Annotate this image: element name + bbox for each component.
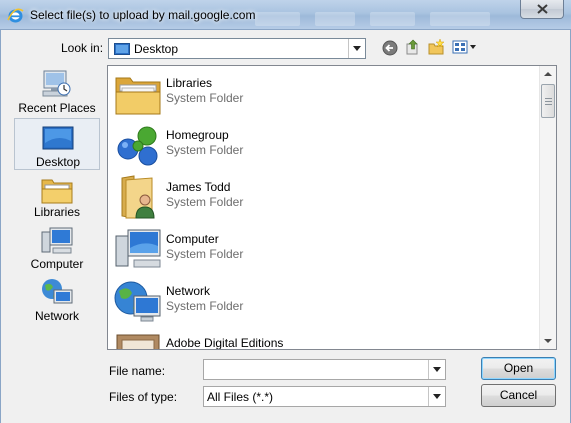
files-of-type-dropdown-arrow[interactable]: [428, 387, 445, 406]
create-new-folder-button[interactable]: [428, 38, 446, 58]
list-item[interactable]: Libraries System Folder: [108, 66, 538, 118]
view-menu-button[interactable]: [452, 38, 478, 58]
up-folder-icon: [406, 39, 418, 55]
close-icon: [537, 4, 548, 14]
desktop-icon: [114, 43, 130, 55]
desktop-icon: [42, 126, 74, 150]
thumb-grip: [545, 104, 552, 105]
vertical-scrollbar[interactable]: [539, 66, 556, 349]
list-item[interactable]: James Todd System Folder: [108, 170, 538, 222]
chevron-down-icon: [353, 46, 361, 51]
look-in-dropdown-arrow[interactable]: [348, 39, 365, 58]
file-name: Libraries: [166, 76, 213, 90]
list-item[interactable]: Network System Folder: [108, 274, 538, 326]
open-button[interactable]: Open: [481, 357, 556, 380]
background-window-ghost: [430, 12, 490, 26]
network-icon: [42, 279, 73, 304]
place-network[interactable]: Network: [14, 275, 100, 327]
look-in-value: Desktop: [134, 42, 179, 56]
file-type: System Folder: [166, 195, 244, 209]
libraries-folder-icon: [115, 77, 161, 115]
network-icon: [114, 281, 161, 322]
user-folder-icon: [121, 175, 155, 219]
file-type: System Folder: [166, 91, 244, 105]
file-name: Computer: [166, 232, 219, 246]
place-computer[interactable]: Computer: [14, 223, 100, 275]
file-type: System Folder: [166, 299, 244, 313]
file-name: James Todd: [166, 180, 231, 194]
window-title: Select file(s) to upload by mail.google.…: [30, 8, 256, 22]
file-type: System Folder: [166, 143, 244, 157]
list-item[interactable]: Adobe Digital Editions: [108, 326, 538, 350]
back-button[interactable]: [381, 38, 399, 58]
place-desktop[interactable]: Desktop: [14, 118, 100, 170]
list-item[interactable]: Homegroup System Folder: [108, 118, 538, 170]
background-window-ghost: [255, 12, 300, 26]
chevron-down-icon: [433, 394, 441, 399]
place-label: Libraries: [33, 205, 81, 219]
scroll-up-icon: [544, 72, 552, 76]
chevron-down-icon: [433, 367, 441, 372]
files-of-type-label: Files of type:: [109, 390, 178, 404]
file-name-dropdown-arrow[interactable]: [428, 360, 445, 379]
list-item[interactable]: Computer System Folder: [108, 222, 538, 274]
new-folder-icon: [428, 38, 445, 55]
file-name: Network: [166, 284, 211, 298]
files-of-type-dropdown[interactable]: All Files (*.*): [203, 386, 446, 407]
up-one-level-button[interactable]: [404, 38, 422, 58]
look-in-label: Look in:: [61, 41, 104, 55]
file-name-field[interactable]: [203, 359, 446, 380]
background-window-ghost: [315, 12, 355, 26]
places-bar: Recent Places Desktop Libraries Computer: [14, 65, 101, 350]
file-type: System Folder: [166, 247, 244, 261]
computer-icon: [41, 227, 73, 254]
file-list[interactable]: Libraries System Folder Homegroup System…: [107, 65, 557, 350]
place-label: Desktop: [35, 155, 81, 169]
place-libraries[interactable]: Libraries: [14, 171, 100, 223]
files-of-type-value: All Files (*.*): [207, 390, 274, 404]
background-window-ghost: [370, 12, 415, 26]
place-label: Computer: [30, 257, 84, 271]
homegroup-icon: [117, 126, 158, 166]
internet-explorer-icon: [7, 8, 24, 23]
thumb-grip: [545, 101, 552, 102]
scroll-up-button[interactable]: [540, 66, 556, 83]
close-button[interactable]: [520, 0, 564, 19]
place-label: Network: [34, 309, 79, 323]
place-label: Recent Places: [18, 101, 96, 115]
look-in-dropdown[interactable]: Desktop: [108, 38, 366, 59]
libraries-icon: [41, 179, 73, 204]
shortcut-folder-icon: [116, 334, 160, 349]
scroll-down-icon: [544, 339, 552, 343]
scroll-down-button[interactable]: [540, 332, 556, 349]
title-bar: Select file(s) to upload by mail.google.…: [0, 0, 571, 30]
computer-icon: [115, 229, 161, 268]
file-name: Homegroup: [166, 128, 229, 142]
place-recent-places[interactable]: Recent Places: [14, 65, 100, 117]
back-arrow-icon: [382, 40, 398, 56]
view-menu-icon: [452, 40, 476, 54]
file-name: Adobe Digital Editions: [166, 336, 284, 350]
thumb-grip: [545, 98, 552, 99]
recent-places-icon: [42, 70, 71, 97]
cancel-button[interactable]: Cancel: [481, 384, 556, 407]
scroll-thumb[interactable]: [541, 84, 555, 118]
file-name-label: File name:: [109, 364, 166, 378]
